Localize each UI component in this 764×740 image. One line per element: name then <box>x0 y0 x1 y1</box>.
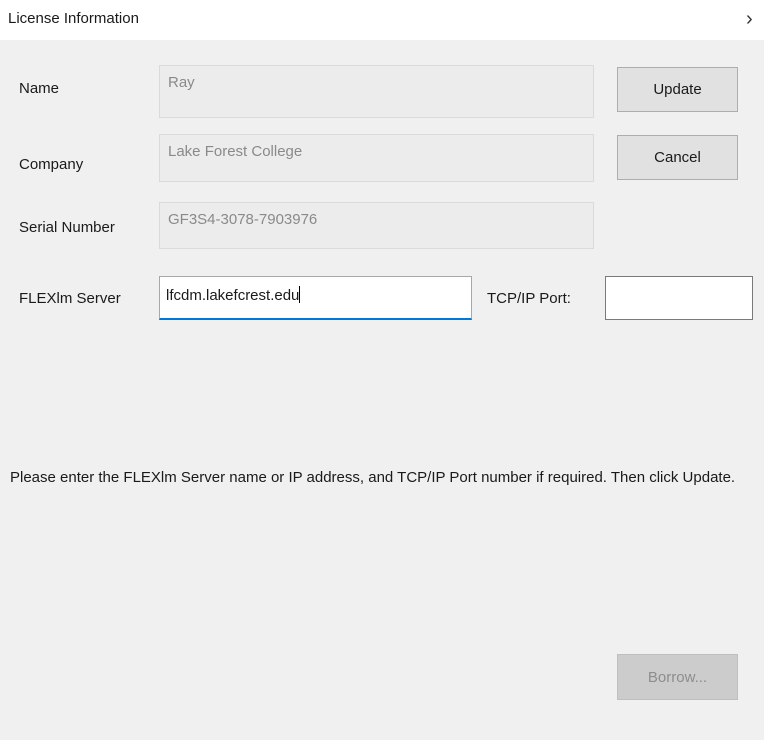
company-label: Company <box>19 156 84 173</box>
dialog-title: License Information <box>8 10 139 27</box>
text-caret <box>299 286 301 303</box>
update-button[interactable]: Update <box>617 67 738 112</box>
flexlm-server-value: lfcdm.lakefcrest.edu <box>166 287 300 304</box>
cancel-button[interactable]: Cancel <box>617 135 738 180</box>
tcp-ip-port-label: TCP/IP Port: <box>487 290 571 307</box>
flexlm-server-label: FLEXlm Server <box>19 290 121 307</box>
license-information-dialog: License Information › Name Ray Company L… <box>0 0 764 740</box>
serial-number-field: GF3S4-3078-7903976 <box>159 202 594 249</box>
borrow-button[interactable]: Borrow... <box>617 654 738 700</box>
name-field: Ray <box>159 65 594 118</box>
close-icon[interactable]: › <box>746 4 764 34</box>
instructions-text: Please enter the FLEXlm Server name or I… <box>10 469 736 486</box>
name-label: Name <box>19 80 60 97</box>
company-field: Lake Forest College <box>159 134 594 182</box>
tcp-ip-port-input[interactable] <box>605 276 753 320</box>
title-bar: License Information › <box>0 0 764 40</box>
serial-number-label: Serial Number <box>19 219 115 236</box>
flexlm-server-input[interactable]: lfcdm.lakefcrest.edu <box>159 276 472 320</box>
